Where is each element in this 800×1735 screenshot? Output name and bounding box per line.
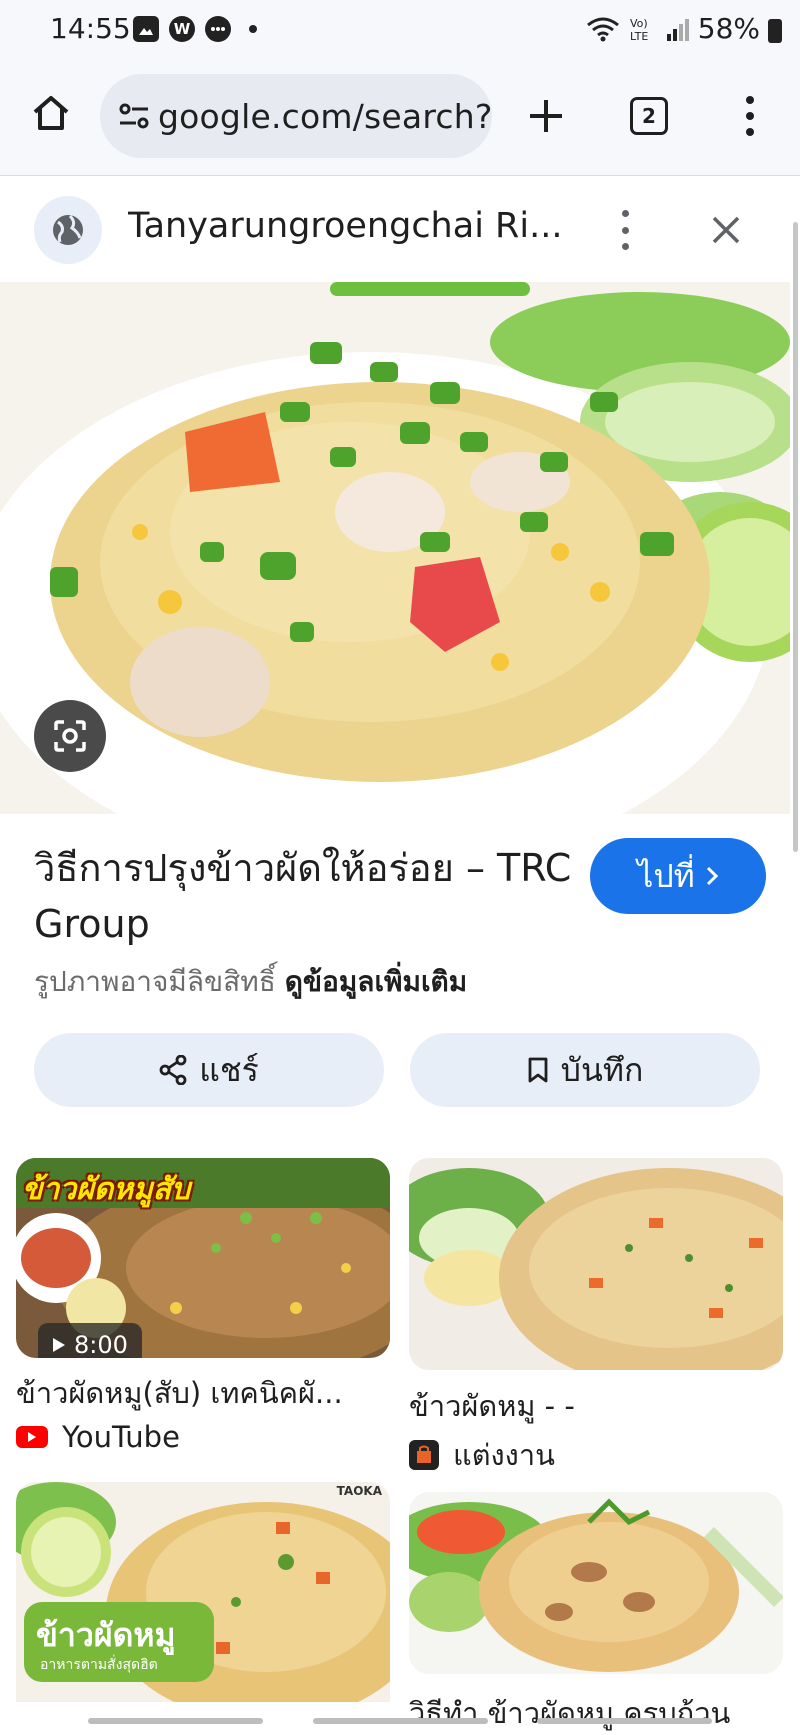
related-card[interactable]: TAOKA ข้าวผัดหมู อาหารตามสั่งสุดฮิต [16, 1482, 390, 1702]
signal-icon [666, 18, 689, 41]
site-settings-icon[interactable] [118, 96, 150, 136]
more-info-link[interactable]: ดูข้อมูลเพิ่มเติม [285, 965, 467, 998]
dot-icon [249, 25, 257, 33]
source-site-title[interactable]: Tanyarungroengchai Ri... [128, 206, 568, 246]
browser-toolbar: google.com/search? 2 [0, 64, 800, 176]
address-bar[interactable]: google.com/search? [100, 74, 492, 158]
related-source: แต่งงาน [409, 1432, 555, 1478]
image-viewer-header: Tanyarungroengchai Ri... [0, 176, 790, 282]
related-thumbnail[interactable] [409, 1492, 783, 1674]
gallery-icon [133, 16, 159, 42]
url-text: google.com/search? [158, 96, 492, 136]
related-card[interactable]: ข้าวผัดหมู - - แต่งงาน [409, 1158, 783, 1472]
chat-icon [205, 16, 231, 42]
related-thumbnail[interactable]: TAOKA ข้าวผัดหมู อาหารตามสั่งสุดฮิต [16, 1482, 390, 1702]
notification-icons: W [133, 16, 257, 42]
gesture-navigation-bar [88, 1718, 712, 1724]
youtube-icon [16, 1426, 48, 1448]
share-icon [159, 1055, 187, 1085]
lens-icon [54, 720, 86, 752]
tab-switcher-button[interactable]: 2 [630, 97, 668, 135]
visit-button[interactable]: ไปที่ [590, 838, 766, 914]
more-options-button[interactable] [613, 210, 637, 250]
related-thumbnail[interactable] [409, 1158, 783, 1370]
new-tab-button[interactable] [522, 92, 570, 140]
close-button[interactable] [706, 210, 746, 250]
volte-icon: Vo) LTE [630, 17, 648, 43]
save-button[interactable]: บันทึก [410, 1033, 760, 1107]
status-bar: 14:55 W Vo) LTE 58% [0, 0, 800, 64]
share-label: แชร์ [199, 1050, 259, 1089]
system-status: Vo) LTE 58% [586, 12, 782, 45]
google-lens-button[interactable] [34, 700, 106, 772]
bookmark-icon [528, 1057, 548, 1083]
store-icon [409, 1440, 439, 1470]
home-button[interactable] [28, 90, 74, 136]
tab-count: 2 [642, 104, 656, 128]
browser-menu-button[interactable] [730, 92, 770, 140]
related-title[interactable]: ข้าวผัดหมู - - [409, 1383, 783, 1429]
plus-icon [530, 100, 562, 132]
globe-icon [34, 196, 102, 264]
visit-button-label: ไปที่ [637, 856, 695, 895]
related-source: YouTube [16, 1420, 180, 1454]
battery-icon [768, 18, 782, 43]
license-text: รูปภาพอาจมีลิขสิทธิ์ [34, 965, 276, 998]
main-image[interactable] [0, 282, 790, 814]
svg-text:LTE: LTE [630, 30, 648, 43]
w-app-icon: W [169, 16, 195, 42]
related-title[interactable]: วิธีทำ ข้าวผัดหมู ครบถ้วน [409, 1690, 783, 1735]
close-icon [712, 216, 740, 244]
scrollbar[interactable] [793, 222, 798, 852]
svg-text:Vo): Vo) [630, 17, 648, 30]
related-source-name: YouTube [62, 1420, 180, 1454]
related-thumbnail[interactable]: ข้าวผัดหมูสับ 8:00 [16, 1158, 390, 1358]
video-duration-badge: 8:00 [38, 1323, 142, 1358]
thumbnail-brand: TAOKA [336, 1484, 382, 1498]
home-icon [33, 96, 69, 130]
battery-percent: 58% [697, 12, 760, 45]
share-button[interactable]: แชร์ [34, 1033, 384, 1107]
result-title[interactable]: วิธีการปรุงข้าวผัดให้อร่อย – TRC Group [34, 840, 574, 952]
related-card[interactable]: ข้าวผัดหมูสับ 8:00 ข้าวผัดหมู(สับ) เทคนิ… [16, 1158, 390, 1454]
chevron-right-icon [706, 866, 718, 886]
status-time: 14:55 [50, 12, 131, 45]
wifi-icon [586, 17, 619, 41]
thumbnail-overlay-subtitle: อาหารตามสั่งสุดฮิต [40, 1657, 158, 1673]
license-note: รูปภาพอาจมีลิขสิทธิ์ ดูข้อมูลเพิ่มเติม [34, 960, 467, 1004]
related-title[interactable]: ข้าวผัดหมู(สับ) เทคนิคผั... [16, 1370, 390, 1416]
related-source-name: แต่งงาน [453, 1438, 555, 1472]
related-card[interactable]: วิธีทำ ข้าวผัดหมู ครบถ้วน [409, 1492, 783, 1730]
play-icon [53, 1338, 65, 1352]
video-duration: 8:00 [74, 1331, 128, 1358]
thumbnail-overlay-title: ข้าวผัดหมูสับ [22, 1172, 191, 1207]
save-label: บันทึก [560, 1050, 644, 1089]
